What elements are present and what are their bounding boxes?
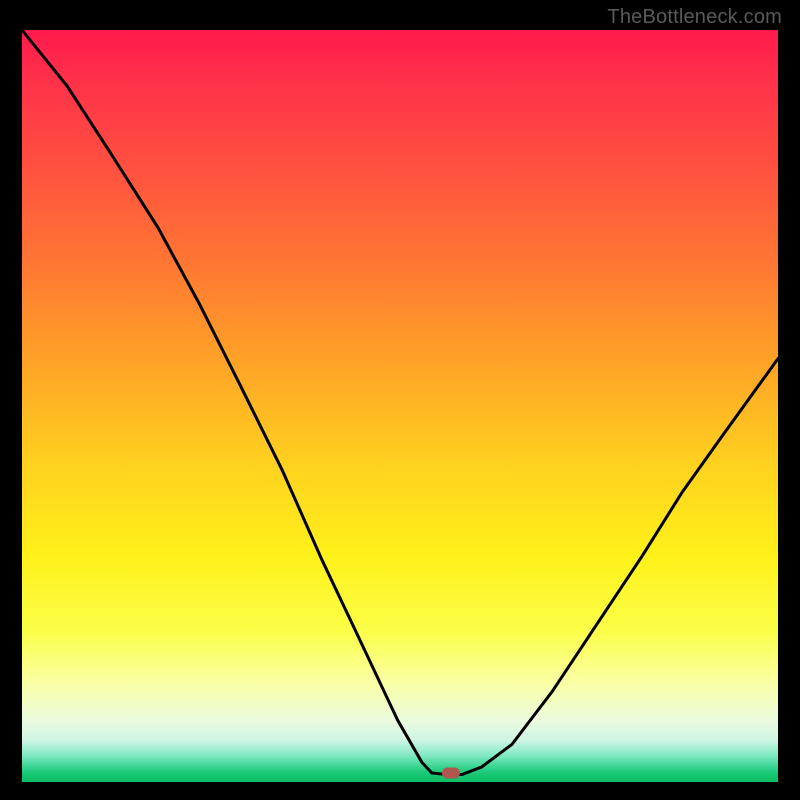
- optimal-marker: [442, 767, 460, 778]
- watermark-text: TheBottleneck.com: [607, 6, 782, 29]
- chart-frame: TheBottleneck.com: [0, 0, 800, 800]
- plot-area: [22, 30, 778, 782]
